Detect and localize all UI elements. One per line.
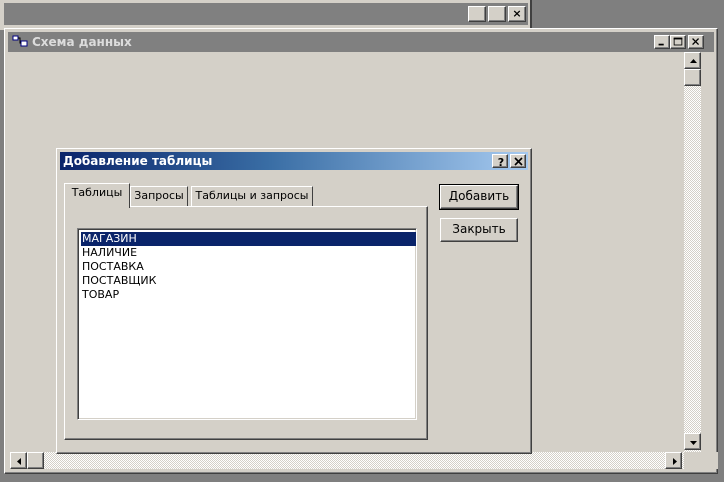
svg-text:?: ? bbox=[498, 156, 504, 169]
arrow-down-icon bbox=[690, 441, 697, 445]
relationships-window-titlebar: Схема данных bbox=[8, 32, 714, 52]
relationships-icon bbox=[12, 35, 28, 47]
background-maximize-button[interactable] bbox=[488, 6, 506, 22]
vertical-scrollbar[interactable] bbox=[684, 52, 701, 452]
list-item[interactable]: НАЛИЧИЕ bbox=[81, 246, 416, 260]
list-item[interactable]: ТОВАР bbox=[81, 288, 416, 302]
list-item[interactable]: ПОСТАВЩИК bbox=[81, 274, 416, 288]
help-button[interactable]: ? bbox=[492, 154, 508, 169]
add-table-dialog: Добавление таблицы ? Таблицы Запросы Таб… bbox=[56, 148, 532, 454]
background-window-titlebar bbox=[4, 3, 528, 25]
close-dialog-button[interactable]: Закрыть bbox=[440, 218, 518, 242]
dialog-close-button[interactable] bbox=[510, 154, 526, 168]
horizontal-scrollbar[interactable] bbox=[10, 452, 684, 469]
add-table-dialog-titlebar: Добавление таблицы ? bbox=[60, 152, 528, 170]
background-window: × bbox=[0, 0, 532, 30]
scroll-left-button[interactable] bbox=[10, 452, 27, 469]
close-icon bbox=[514, 157, 523, 166]
add-button-label: Добавить bbox=[448, 189, 510, 203]
list-item[interactable]: ПОСТАВКА bbox=[81, 260, 416, 274]
background-close-button[interactable]: × bbox=[508, 6, 526, 22]
scroll-right-button[interactable] bbox=[665, 452, 682, 469]
tab-queries[interactable]: Запросы bbox=[130, 186, 188, 207]
help-icon: ? bbox=[498, 156, 504, 169]
maximize-icon bbox=[673, 37, 683, 46]
scroll-down-button[interactable] bbox=[684, 433, 701, 450]
close-icon bbox=[692, 38, 700, 46]
table-listbox[interactable]: МАГАЗИН НАЛИЧИЕ ПОСТАВКА ПОСТАВЩИК ТОВАР bbox=[77, 228, 417, 420]
minimize-button[interactable] bbox=[654, 35, 670, 49]
tab-queries-label: Запросы bbox=[134, 189, 184, 202]
arrow-left-icon bbox=[17, 458, 21, 465]
minimize-icon bbox=[658, 43, 664, 46]
add-button[interactable]: Добавить bbox=[439, 184, 519, 210]
add-table-dialog-title: Добавление таблицы bbox=[63, 154, 213, 168]
scrollbar-corner bbox=[701, 452, 718, 469]
arrow-up-icon bbox=[690, 59, 697, 63]
horizontal-scroll-thumb[interactable] bbox=[27, 452, 44, 469]
close-dialog-button-label: Закрыть bbox=[452, 222, 506, 236]
close-button[interactable] bbox=[688, 35, 704, 49]
tab-tables-and-queries-label: Таблицы и запросы bbox=[195, 189, 309, 202]
list-item[interactable]: МАГАЗИН bbox=[81, 232, 416, 246]
scroll-up-button[interactable] bbox=[684, 52, 701, 69]
tab-tables-and-queries[interactable]: Таблицы и запросы bbox=[191, 186, 313, 207]
background-minimize-button[interactable] bbox=[468, 6, 486, 22]
vertical-scroll-thumb[interactable] bbox=[684, 69, 701, 86]
arrow-right-icon bbox=[673, 458, 677, 465]
tab-tables-label: Таблицы bbox=[71, 186, 123, 199]
maximize-button[interactable] bbox=[670, 35, 686, 49]
relationships-window-title: Схема данных bbox=[32, 35, 132, 49]
tab-tables[interactable]: Таблицы bbox=[64, 183, 130, 208]
